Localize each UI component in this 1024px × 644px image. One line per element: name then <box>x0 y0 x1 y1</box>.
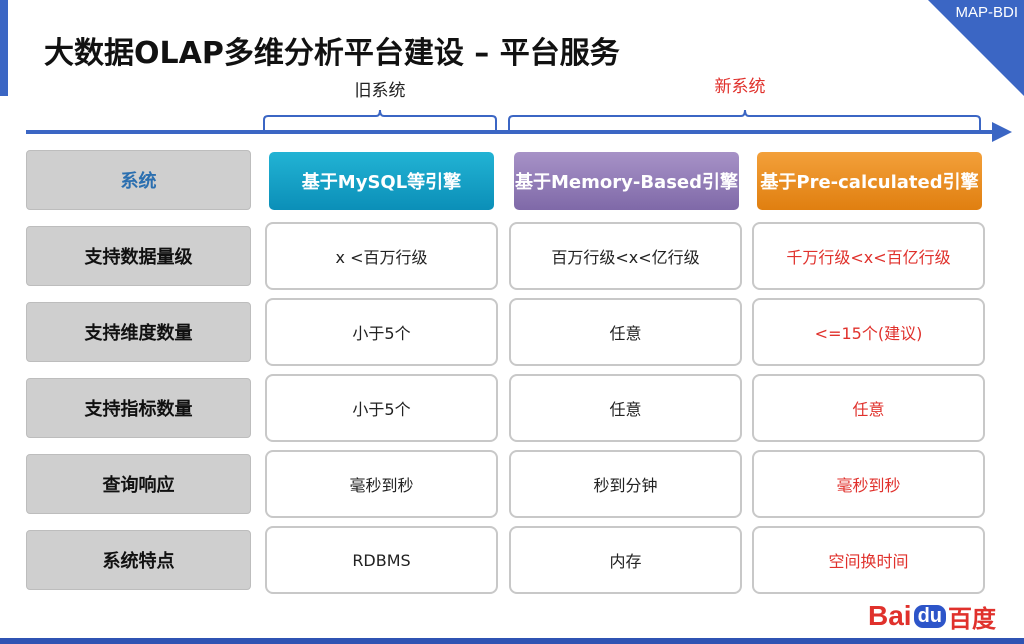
baidu-logo: Bai du 百度 <box>868 596 996 636</box>
old-system-bracket <box>263 109 497 132</box>
bottom-accent-line <box>0 638 1024 644</box>
cell-mysql-metric-count: 小于5个 <box>265 374 498 442</box>
corner-label: MAP-BDI <box>955 4 1018 21</box>
cell-mysql-system-feature: RDBMS <box>265 526 498 594</box>
cell-mysql-query-response: 毫秒到秒 <box>265 450 498 518</box>
logo-du-badge: du <box>913 604 947 628</box>
row-label-system-feature: 系统特点 <box>26 530 251 590</box>
cell-memory-metric-count: 任意 <box>509 374 742 442</box>
cell-memory-system-feature: 内存 <box>509 526 742 594</box>
cell-precalc-dimension-count: <=15个(建议) <box>752 298 985 366</box>
cell-mysql-dimension-count: 小于5个 <box>265 298 498 366</box>
header-precalc-engine: 基于Pre-calculated引擎 <box>757 152 982 210</box>
header-system-label: 系统 <box>26 150 251 210</box>
row-label-query-response: 查询响应 <box>26 454 251 514</box>
header-memory-engine: 基于Memory-Based引擎 <box>514 152 739 210</box>
cell-precalc-data-volume: 千万行级<x<百亿行级 <box>752 222 985 290</box>
logo-chinese-text: 百度 <box>948 604 997 633</box>
header-mysql-engine: 基于MySQL等引擎 <box>269 152 494 210</box>
logo-bai-text: Bai <box>868 600 912 631</box>
cell-memory-dimension-count: 任意 <box>509 298 742 366</box>
timeline-diagram <box>26 109 1012 142</box>
cell-memory-query-response: 秒到分钟 <box>509 450 742 518</box>
timeline-arrow <box>26 122 1012 142</box>
cell-precalc-system-feature: 空间换时间 <box>752 526 985 594</box>
cell-mysql-data-volume: x <百万行级 <box>265 222 498 290</box>
page-title: 大数据OLAP多维分析平台建设 – 平台服务 <box>44 36 620 71</box>
cell-precalc-query-response: 毫秒到秒 <box>752 450 985 518</box>
row-label-dimension-count: 支持维度数量 <box>26 302 251 362</box>
new-system-label: 新系统 <box>714 77 766 97</box>
cell-memory-data-volume: 百万行级<x<亿行级 <box>509 222 742 290</box>
row-label-metric-count: 支持指标数量 <box>26 378 251 438</box>
cell-precalc-metric-count: 任意 <box>752 374 985 442</box>
left-accent-bar <box>0 0 8 96</box>
row-label-data-volume: 支持数据量级 <box>26 226 251 286</box>
new-system-bracket <box>508 109 981 132</box>
